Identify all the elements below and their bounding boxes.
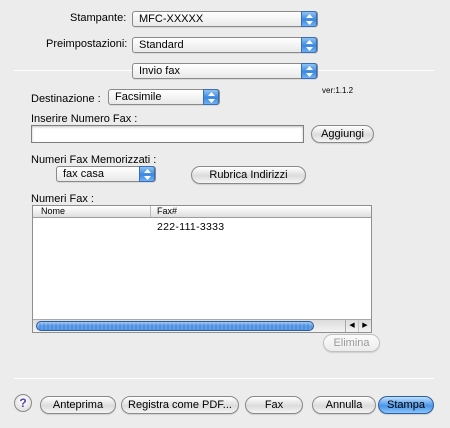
presets-select[interactable]: Standard	[132, 37, 318, 53]
print-button[interactable]: Stampa	[378, 396, 434, 414]
destination-value: Facsimile	[115, 91, 162, 103]
panel-select[interactable]: Invio fax	[132, 63, 318, 79]
help-icon[interactable]: ?	[14, 394, 32, 412]
printer-label: Stampante:	[70, 12, 127, 24]
horizontal-scrollbar[interactable]: ◀ ▶	[33, 319, 371, 332]
version-label: ver:1.1.2	[322, 86, 354, 95]
printer-value: MFC-XXXXX	[139, 13, 204, 25]
presets-label: Preimpostazioni:	[46, 38, 128, 50]
fax-button[interactable]: Fax	[245, 396, 303, 414]
cancel-button[interactable]: Annulla	[312, 396, 376, 414]
add-button[interactable]: Aggiungi	[311, 125, 374, 143]
fax-list-label: Numeri Fax :	[31, 193, 94, 205]
destination-select[interactable]: Facsimile	[108, 89, 220, 105]
scroll-arrows: ◀ ▶	[345, 320, 371, 332]
table-header: Nome Fax#	[33, 206, 371, 218]
separator	[14, 378, 434, 379]
presets-value: Standard	[139, 39, 184, 51]
stored-numbers-select[interactable]: fax casa	[56, 166, 156, 182]
preview-button[interactable]: Anteprima	[40, 396, 116, 414]
row-fax: 222-111-3333	[157, 221, 225, 233]
stored-numbers-value: fax casa	[63, 168, 104, 180]
save-as-pdf-button[interactable]: Registra come PDF...	[121, 396, 239, 414]
popup-arrows-icon	[301, 37, 317, 53]
column-header-fax[interactable]: Fax#	[151, 206, 371, 217]
panel-value: Invio fax	[139, 65, 180, 77]
fax-list-table[interactable]: Nome Fax# 222-111-3333 ◀ ▶	[32, 205, 372, 333]
destination-label: Destinazione :	[31, 93, 101, 105]
fax-number-input[interactable]	[31, 125, 304, 143]
column-header-name[interactable]: Nome	[33, 206, 151, 217]
printer-select[interactable]: MFC-XXXXX	[132, 11, 318, 27]
table-row[interactable]: 222-111-3333	[33, 220, 371, 234]
scroll-right-icon[interactable]: ▶	[358, 320, 371, 332]
scroll-left-icon[interactable]: ◀	[346, 320, 358, 332]
popup-arrows-icon	[139, 166, 155, 182]
fax-number-label: Inserire Numero Fax :	[31, 113, 138, 125]
address-book-button[interactable]: Rubrica Indirizzi	[191, 166, 306, 184]
scroll-thumb[interactable]	[36, 321, 314, 331]
popup-arrows-icon	[301, 11, 317, 27]
popup-arrows-icon	[203, 89, 219, 105]
popup-arrows-icon	[301, 63, 317, 79]
delete-button[interactable]: Elimina	[323, 334, 380, 352]
stored-numbers-label: Numeri Fax Memorizzati :	[31, 154, 157, 166]
